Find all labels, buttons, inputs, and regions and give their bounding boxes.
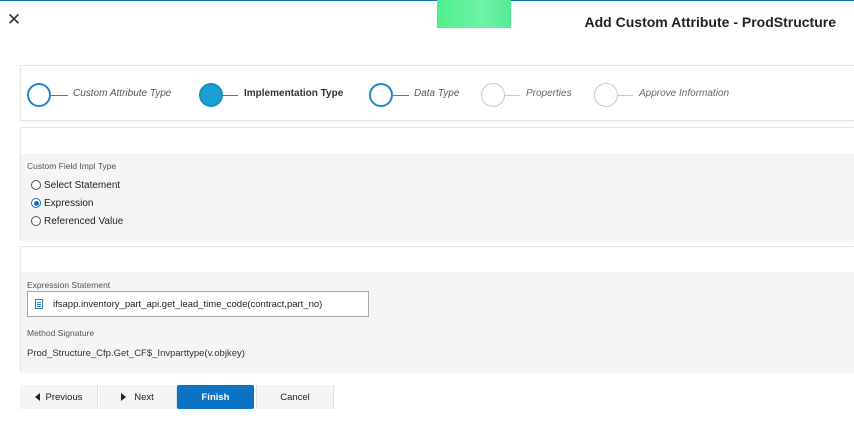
previous-button[interactable]: Previous: [20, 385, 98, 409]
radio-expression[interactable]: Expression: [31, 196, 93, 210]
close-icon[interactable]: ✕: [6, 11, 22, 28]
step-4-label: Properties: [526, 88, 572, 99]
top-accent-line: [0, 0, 854, 1]
radio-label: Select Statement: [44, 179, 121, 191]
chevron-right-icon: [121, 393, 127, 401]
step-3-connector: [393, 95, 409, 96]
cancel-label: Cancel: [280, 391, 310, 403]
step-1-connector: [51, 95, 68, 96]
expression-statement-value[interactable]: ifsapp.inventory_part_api.get_lead_time_…: [53, 299, 322, 310]
chevron-left-icon: [34, 393, 40, 401]
step-2-circle[interactable]: [199, 83, 223, 107]
wizard-stepper: Custom Attribute Type Implementation Typ…: [20, 65, 854, 121]
step-5-label: Approve Information: [639, 88, 730, 99]
radio-button[interactable]: [31, 198, 41, 208]
radio-select-statement[interactable]: Select Statement: [31, 178, 120, 192]
expression-panel: Expression Statement ifsapp.inventory_pa…: [20, 246, 854, 372]
step-4-circle: [481, 83, 505, 107]
step-4-connector: [505, 95, 520, 96]
radio-button[interactable]: [31, 216, 41, 226]
method-signature-label: Method Signature: [27, 328, 95, 338]
impl-type-section: Custom Field Impl Type Select Statement …: [21, 154, 854, 240]
radio-label: Referenced Value: [44, 215, 124, 227]
radio-referenced-value[interactable]: Referenced Value: [31, 214, 123, 228]
highlight-block: [437, 0, 511, 28]
dialog-title: Add Custom Attribute - ProdStructure: [584, 14, 836, 30]
document-icon[interactable]: [35, 299, 43, 309]
cancel-button[interactable]: Cancel: [256, 385, 334, 409]
step-3-circle[interactable]: [369, 83, 393, 107]
next-button[interactable]: Next: [99, 385, 177, 409]
expression-section: Expression Statement ifsapp.inventory_pa…: [21, 272, 854, 372]
previous-label: Previous: [45, 391, 83, 403]
step-5-connector: [618, 95, 633, 96]
impl-type-panel: Custom Field Impl Type Select Statement …: [20, 127, 854, 240]
step-5-circle: [594, 83, 618, 107]
next-label: Next: [134, 391, 154, 403]
impl-type-label: Custom Field Impl Type: [27, 161, 117, 171]
step-3-label[interactable]: Data Type: [414, 88, 459, 99]
step-1-circle[interactable]: [27, 83, 51, 107]
finish-label: Finish: [201, 391, 230, 403]
expression-statement-field[interactable]: ifsapp.inventory_part_api.get_lead_time_…: [27, 291, 369, 317]
finish-button[interactable]: Finish: [177, 385, 254, 409]
step-2-connector: [223, 95, 238, 96]
method-signature-value: Prod_Structure_Cfp.Get_CF$_Invparttype(v…: [27, 348, 245, 359]
expression-statement-label: Expression Statement: [27, 280, 111, 290]
step-1-label[interactable]: Custom Attribute Type: [73, 88, 171, 99]
radio-label: Expression: [44, 197, 94, 209]
step-2-label[interactable]: Implementation Type: [244, 88, 343, 99]
radio-button[interactable]: [31, 180, 41, 190]
